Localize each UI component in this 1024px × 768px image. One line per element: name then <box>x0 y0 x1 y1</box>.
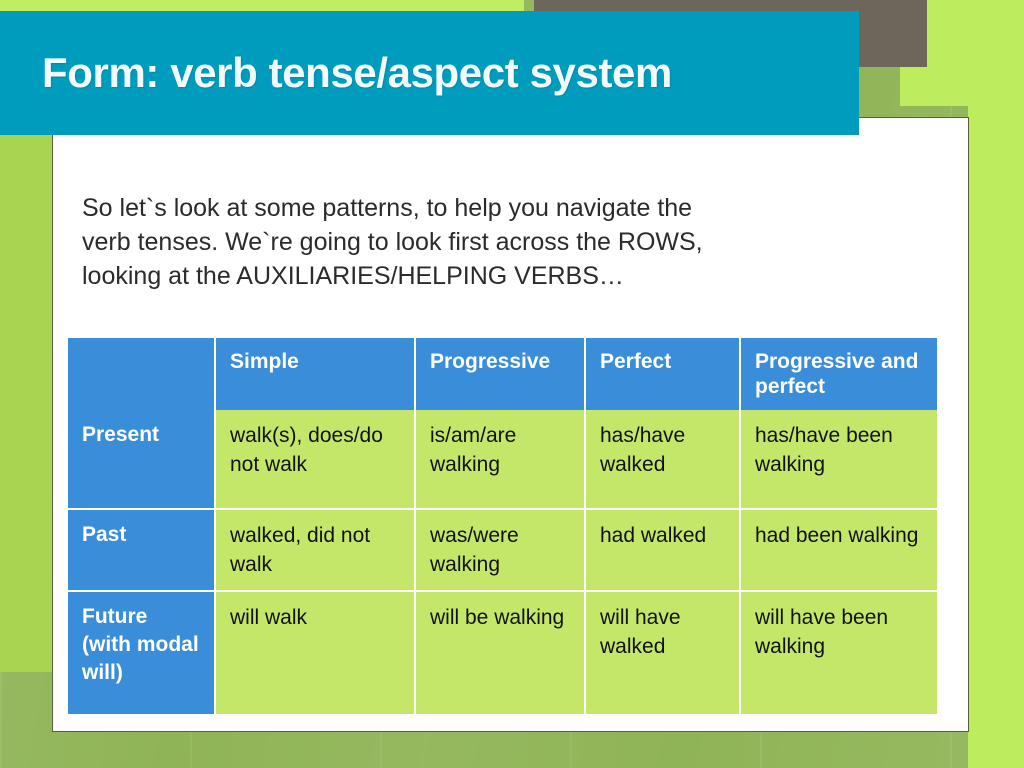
right-lime-band <box>968 0 1024 768</box>
table-row: Present walk(s), does/do not walk is/am/… <box>68 410 937 510</box>
cell-future-progressive: will be walking <box>416 592 586 714</box>
table-corner-cell <box>68 338 216 410</box>
table-header-row: Simple Progressive Perfect Progressive a… <box>68 338 937 410</box>
cell-past-perfect: had walked <box>586 510 741 592</box>
cell-present-progressive: is/am/are walking <box>416 410 586 510</box>
cell-present-simple: walk(s), does/do not walk <box>216 410 416 510</box>
column-header-progressive: Progressive <box>416 338 586 410</box>
cell-present-progressive-perfect: has/have been walking <box>741 410 937 510</box>
row-label-present: Present <box>68 410 216 510</box>
body-line-3: looking at the AUXILIARIES/HELPING VERBS… <box>82 262 624 290</box>
slide: Form: verb tense/aspect system So let`s … <box>0 0 1024 768</box>
tense-aspect-table: Simple Progressive Perfect Progressive a… <box>68 338 937 714</box>
cell-present-perfect: has/have walked <box>586 410 741 510</box>
cell-future-progressive-perfect: will have been walking <box>741 592 937 714</box>
table-row: Past walked, did not walk was/were walki… <box>68 510 937 592</box>
column-header-perfect: Perfect <box>586 338 741 410</box>
body-paragraph: So let`s look at some patterns, to help … <box>82 191 912 293</box>
cell-past-simple: walked, did not walk <box>216 510 416 592</box>
row-label-future: Future (with modal will) <box>68 592 216 714</box>
column-header-progressive-and-perfect: Progressive and perfect <box>741 338 937 410</box>
page-title: Form: verb tense/aspect system <box>42 49 672 96</box>
table-row: Future (with modal will) will walk will … <box>68 592 937 714</box>
cell-future-simple: will walk <box>216 592 416 714</box>
body-line-1: So let`s look at some patterns, to help … <box>82 194 693 222</box>
cell-future-perfect: will have walked <box>586 592 741 714</box>
cell-past-progressive-perfect: had been walking <box>741 510 937 592</box>
row-label-past: Past <box>68 510 216 592</box>
body-line-2: verb tenses. We`re going to look first a… <box>82 228 703 256</box>
cell-past-progressive: was/were walking <box>416 510 586 592</box>
column-header-simple: Simple <box>216 338 416 410</box>
title-bar: Form: verb tense/aspect system <box>0 11 859 135</box>
